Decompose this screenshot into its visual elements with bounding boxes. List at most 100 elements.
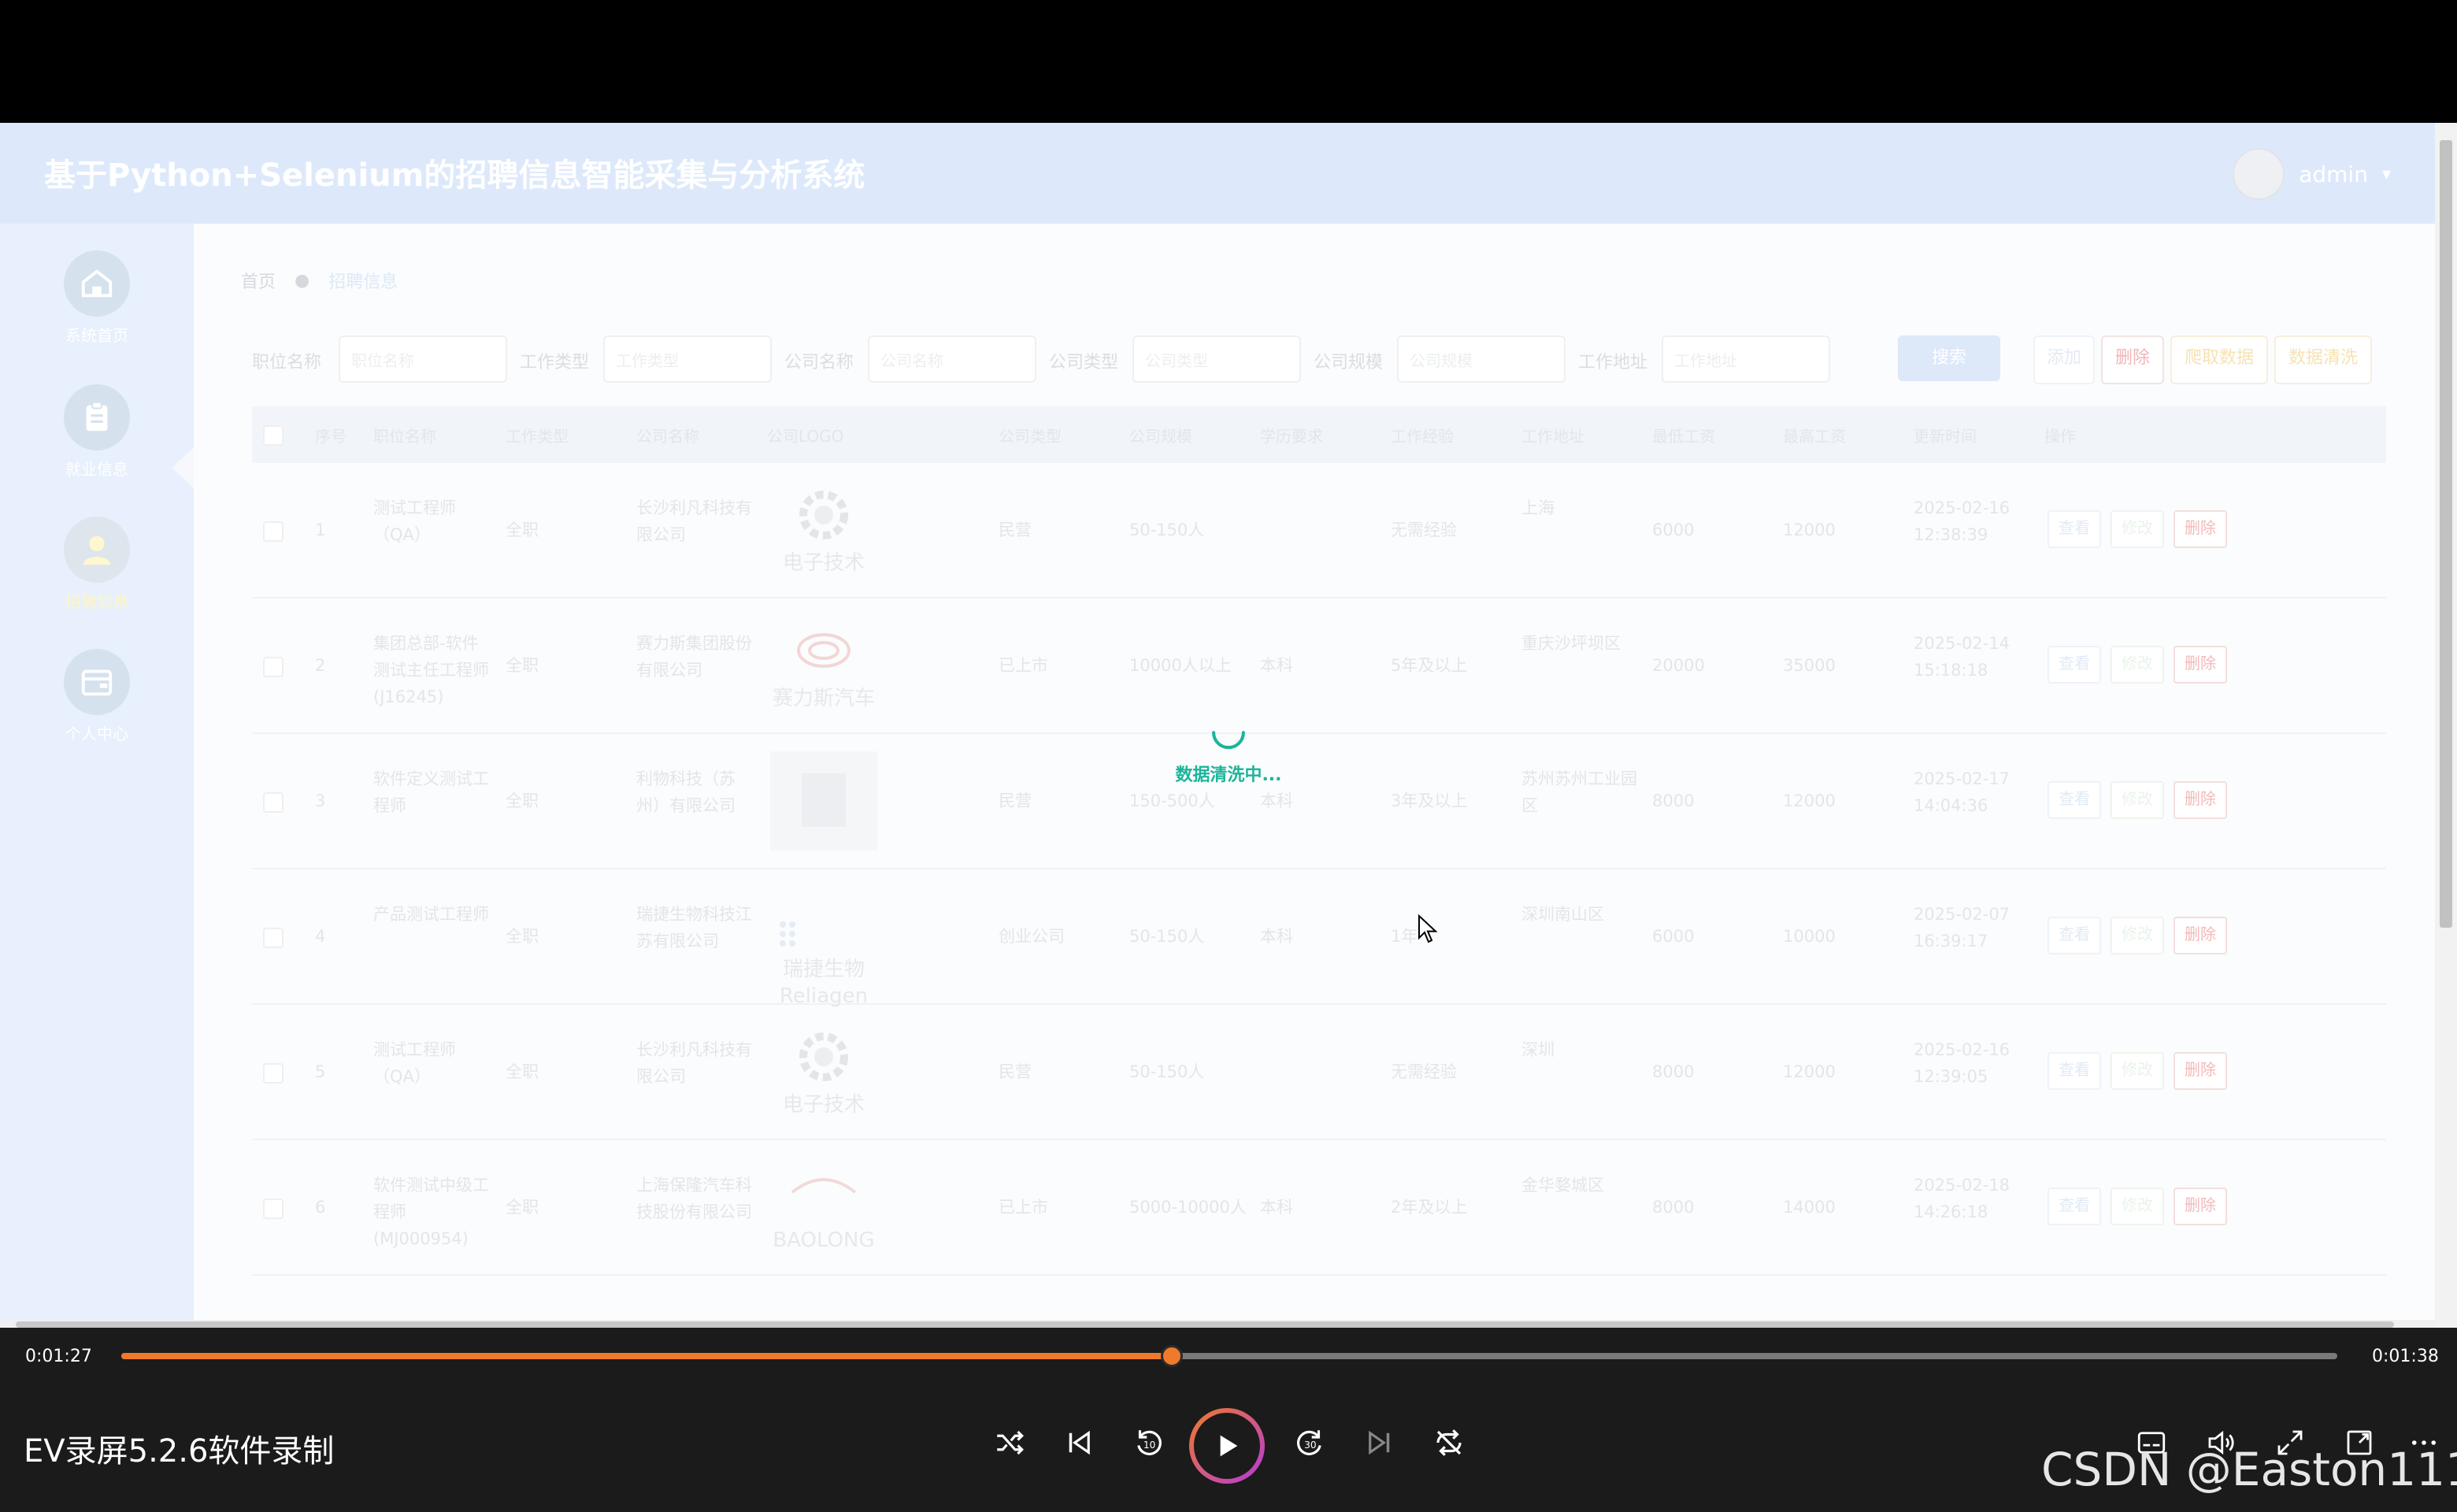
- seek-bar[interactable]: [121, 1345, 2337, 1367]
- table-row: 5 测试工程师（QA） 全职 长沙利凡科技有限公司 民营 50-150人 无需经验 深圳 800…: [252, 1005, 2386, 1140]
- play-button[interactable]: [1189, 1408, 1265, 1484]
- column-header[interactable]: 工作经验: [1391, 424, 1454, 447]
- scrollbar-thumb[interactable]: [16, 1321, 2394, 1328]
- repeat-off-icon[interactable]: [1427, 1421, 1471, 1465]
- sidebar-item-home[interactable]: 系统首页: [0, 250, 194, 346]
- work-address-input[interactable]: 工作地址: [1662, 335, 1830, 383]
- cell-time: 2025-02-16 12:39:05: [1914, 1040, 2010, 1086]
- column-header[interactable]: 公司类型: [999, 424, 1062, 447]
- row-delete-button[interactable]: 删除: [2174, 1052, 2227, 1090]
- row-checkbox[interactable]: [263, 1199, 284, 1219]
- cell-type: 全职: [506, 1198, 539, 1217]
- sidebar: 系统首页 就业信息 招聘信息 个人中心: [0, 224, 194, 1328]
- column-header[interactable]: 公司规模: [1129, 424, 1192, 447]
- column-header[interactable]: 序号: [315, 424, 346, 447]
- cell-max: 14000: [1783, 1198, 1836, 1217]
- column-header[interactable]: 最低工资: [1652, 424, 1715, 447]
- sidebar-item-jobs-info[interactable]: 就业信息: [0, 384, 194, 480]
- table-body: 1 测试工程师（QA） 全职 长沙利凡科技有限公司 民营 50-150人 无需经验 上海 600…: [252, 463, 2386, 1276]
- next-icon[interactable]: [1358, 1421, 1402, 1465]
- row-checkbox[interactable]: [263, 521, 284, 542]
- forward-30-icon[interactable]: 30: [1288, 1421, 1332, 1465]
- row-checkbox[interactable]: [263, 792, 284, 813]
- column-header[interactable]: 职位名称: [373, 424, 436, 447]
- loading-overlay: 数据清洗中...: [1158, 713, 1299, 786]
- edit-button[interactable]: 修改: [2110, 1188, 2164, 1225]
- edit-button[interactable]: 修改: [2110, 781, 2164, 819]
- sidebar-item-recruitment[interactable]: 招聘信息: [0, 517, 194, 612]
- row-checkbox[interactable]: [263, 657, 284, 677]
- column-header[interactable]: 最高工资: [1783, 424, 1846, 447]
- row-checkbox[interactable]: [263, 928, 284, 948]
- row-delete-button[interactable]: 删除: [2174, 646, 2227, 684]
- company-type-input[interactable]: 公司类型: [1132, 335, 1301, 383]
- column-header[interactable]: 更新时间: [1914, 424, 1977, 447]
- company-logo: [767, 748, 880, 854]
- cell-time: 2025-02-17 14:04:36: [1914, 769, 2010, 815]
- cell-exp: 无需经验: [1391, 1062, 1457, 1081]
- cell-min: 6000: [1652, 927, 1695, 946]
- column-header[interactable]: 学历要求: [1260, 424, 1323, 447]
- chevron-down-icon[interactable]: ▾: [2382, 165, 2391, 184]
- row-delete-button[interactable]: 删除: [2174, 1188, 2227, 1225]
- view-button[interactable]: 查看: [2048, 510, 2101, 548]
- current-time: 0:01:27: [25, 1347, 92, 1366]
- svg-text:10: 10: [1143, 1440, 1156, 1451]
- edit-button[interactable]: 修改: [2110, 1052, 2164, 1090]
- cell-addr: 重庆沙坪坝区: [1521, 634, 1621, 653]
- mouse-cursor-icon: [1418, 914, 1438, 943]
- row-actions: 查看 修改 删除: [2048, 781, 2227, 819]
- column-header[interactable]: 工作类型: [506, 424, 569, 447]
- home-icon: [64, 250, 130, 317]
- table-row: 2 集团总部-软件测试主任工程师(J16245) 全职 赛力斯集团股份有限公司 已上市 1…: [252, 598, 2386, 734]
- seek-handle[interactable]: [1160, 1345, 1183, 1367]
- crawl-data-button[interactable]: 爬取数据: [2170, 335, 2268, 384]
- job-type-input[interactable]: 工作类型: [603, 335, 772, 383]
- user-menu[interactable]: admin ▾: [2233, 148, 2391, 200]
- company-name-input[interactable]: 公司名称: [868, 335, 1036, 383]
- cell-scale: 5000-10000人: [1129, 1198, 1247, 1217]
- add-button[interactable]: 添加: [2033, 335, 2095, 384]
- table-row: 1 测试工程师（QA） 全职 长沙利凡科技有限公司 民营 50-150人 无需经验 上海 600…: [252, 463, 2386, 598]
- company-scale-input[interactable]: 公司规模: [1397, 335, 1566, 383]
- job-title-input[interactable]: 职位名称: [339, 335, 507, 383]
- view-button[interactable]: 查看: [2048, 917, 2101, 954]
- edit-button[interactable]: 修改: [2110, 917, 2164, 954]
- row-delete-button[interactable]: 删除: [2174, 917, 2227, 954]
- play-icon: [1194, 1413, 1260, 1479]
- row-delete-button[interactable]: 删除: [2174, 781, 2227, 819]
- company-logo: 电子技术: [767, 1019, 880, 1125]
- cell-edu: 本科: [1260, 1198, 1293, 1217]
- previous-icon[interactable]: [1057, 1421, 1101, 1465]
- column-header[interactable]: 工作地址: [1521, 424, 1584, 447]
- search-button[interactable]: 搜索: [1898, 335, 2000, 381]
- cell-ctype: 民营: [999, 791, 1032, 810]
- sidebar-item-profile[interactable]: 个人中心: [0, 649, 194, 744]
- username[interactable]: admin: [2299, 161, 2368, 187]
- avatar[interactable]: [2233, 148, 2285, 200]
- shuffle-icon[interactable]: [988, 1421, 1032, 1465]
- view-button[interactable]: 查看: [2048, 1188, 2101, 1225]
- column-header[interactable]: 公司名称: [636, 424, 699, 447]
- row-delete-button[interactable]: 删除: [2174, 510, 2227, 548]
- scrollbar-thumb[interactable]: [2440, 140, 2452, 928]
- rewind-10-icon[interactable]: 10: [1126, 1421, 1170, 1465]
- edit-button[interactable]: 修改: [2110, 510, 2164, 548]
- cell-type: 全职: [506, 1062, 539, 1081]
- view-button[interactable]: 查看: [2048, 781, 2101, 819]
- delete-button[interactable]: 删除: [2101, 335, 2164, 384]
- sidebar-item-label: 个人中心: [65, 724, 128, 743]
- breadcrumb-home[interactable]: 首页: [241, 268, 276, 293]
- cell-scale: 150-500人: [1129, 791, 1215, 810]
- view-button[interactable]: 查看: [2048, 646, 2101, 684]
- view-button[interactable]: 查看: [2048, 1052, 2101, 1090]
- sidebar-item-label: 招聘信息: [65, 592, 128, 611]
- cell-type: 全职: [506, 791, 539, 810]
- select-all-checkbox[interactable]: [263, 425, 284, 446]
- row-checkbox[interactable]: [263, 1063, 284, 1084]
- row-actions: 查看 修改 删除: [2048, 917, 2227, 954]
- clean-data-button[interactable]: 数据清洗: [2274, 335, 2372, 384]
- vertical-scrollbar[interactable]: [2435, 123, 2457, 1328]
- cell-exp: 5年及以上: [1391, 656, 1468, 675]
- edit-button[interactable]: 修改: [2110, 646, 2164, 684]
